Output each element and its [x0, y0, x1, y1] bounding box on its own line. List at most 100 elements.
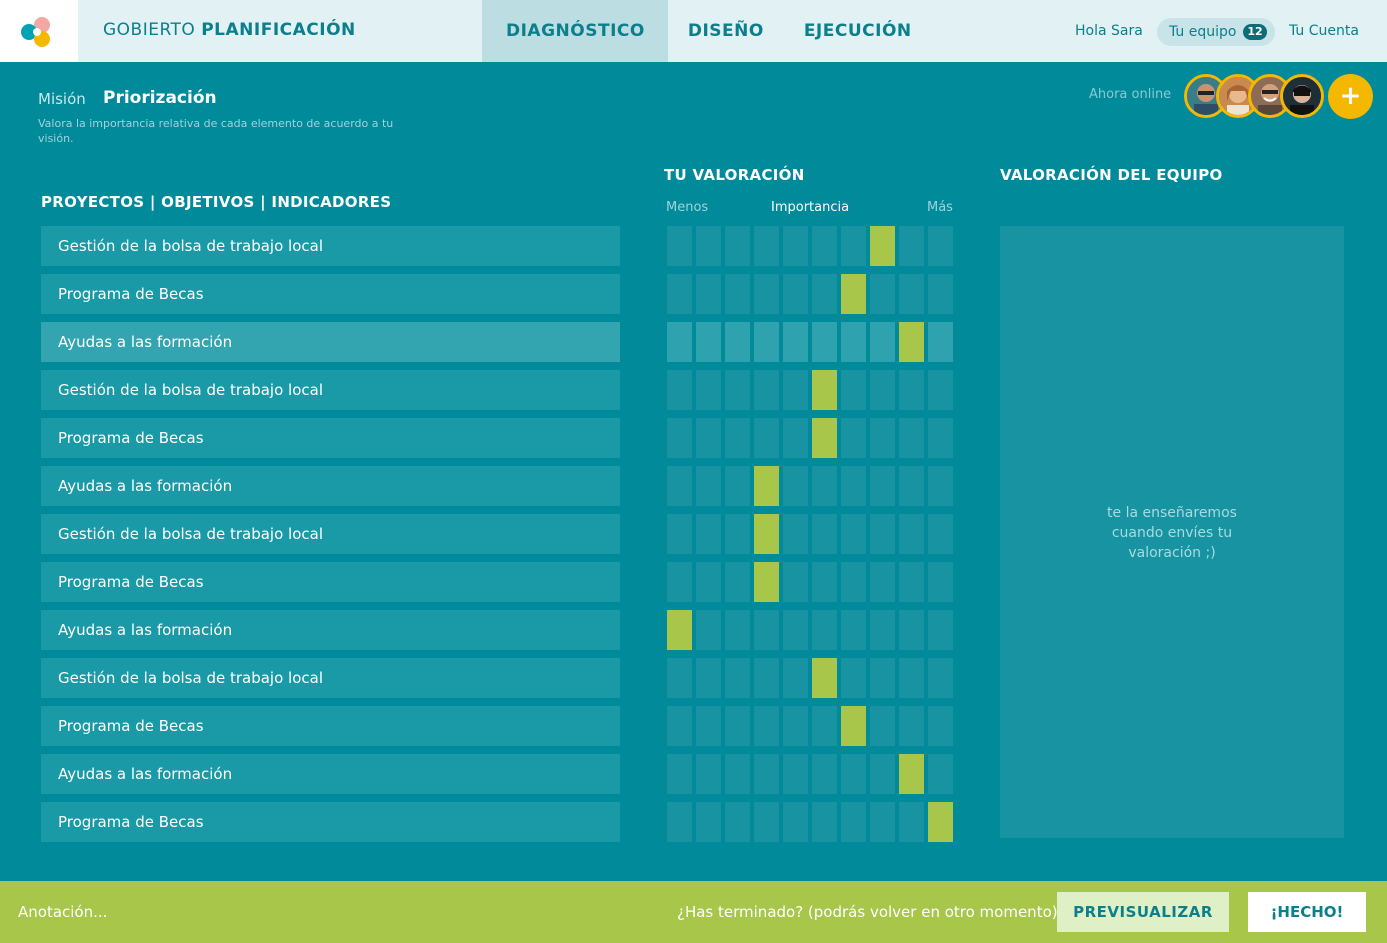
rating-cell[interactable]: [928, 658, 953, 698]
rating-cell[interactable]: [696, 418, 721, 458]
rating-cell[interactable]: [696, 322, 721, 362]
rating-cell[interactable]: [667, 658, 692, 698]
rating-cell[interactable]: [783, 802, 808, 842]
rating-cell[interactable]: [725, 514, 750, 554]
app-logo[interactable]: [0, 0, 78, 62]
rating-cell[interactable]: [841, 802, 866, 842]
rating-cell[interactable]: [870, 274, 895, 314]
rating-cell[interactable]: [783, 370, 808, 410]
rating-cell[interactable]: [928, 562, 953, 602]
tab-diseño[interactable]: DISEÑO: [668, 0, 784, 62]
rating-cell-selected[interactable]: [841, 274, 866, 314]
rating-cell[interactable]: [812, 610, 837, 650]
rating-cell[interactable]: [667, 226, 692, 266]
rating-cell[interactable]: [928, 226, 953, 266]
rating-cell[interactable]: [870, 370, 895, 410]
rating-cell-selected[interactable]: [754, 514, 779, 554]
rating-cell[interactable]: [841, 370, 866, 410]
rating-cell[interactable]: [899, 658, 924, 698]
breadcrumb-mision[interactable]: Misión: [38, 90, 86, 108]
rating-cell[interactable]: [928, 370, 953, 410]
rating-cell[interactable]: [696, 370, 721, 410]
rating-cell[interactable]: [725, 802, 750, 842]
rating-cell[interactable]: [783, 562, 808, 602]
rating-cell[interactable]: [754, 610, 779, 650]
rating-cell[interactable]: [899, 514, 924, 554]
rating-cell[interactable]: [725, 274, 750, 314]
rating-cell[interactable]: [812, 562, 837, 602]
rating-cell[interactable]: [783, 226, 808, 266]
rating-cell[interactable]: [928, 274, 953, 314]
rating-cell[interactable]: [667, 274, 692, 314]
rating-cell[interactable]: [725, 562, 750, 602]
rating-cell[interactable]: [870, 706, 895, 746]
rating-cell[interactable]: [725, 322, 750, 362]
rating-cell[interactable]: [812, 226, 837, 266]
rating-cell-selected[interactable]: [812, 658, 837, 698]
rating-cell[interactable]: [754, 754, 779, 794]
rating-cell[interactable]: [696, 562, 721, 602]
rating-cell[interactable]: [870, 418, 895, 458]
rating-cell-selected[interactable]: [667, 610, 692, 650]
rating-cell[interactable]: [725, 658, 750, 698]
rating-cell[interactable]: [870, 562, 895, 602]
rating-cell[interactable]: [667, 370, 692, 410]
rating-cell[interactable]: [725, 466, 750, 506]
rating-cell[interactable]: [841, 322, 866, 362]
rating-cell[interactable]: [928, 418, 953, 458]
rating-cell[interactable]: [754, 802, 779, 842]
rating-cell[interactable]: [841, 226, 866, 266]
rating-cell[interactable]: [667, 802, 692, 842]
rating-cell[interactable]: [870, 754, 895, 794]
rating-cell[interactable]: [754, 226, 779, 266]
rating-cell[interactable]: [870, 322, 895, 362]
rating-cell[interactable]: [696, 706, 721, 746]
rating-cell[interactable]: [696, 226, 721, 266]
rating-cell[interactable]: [899, 706, 924, 746]
rating-cell[interactable]: [783, 322, 808, 362]
add-member-button[interactable]: +: [1328, 74, 1373, 119]
rating-cell[interactable]: [696, 658, 721, 698]
rating-cell-selected[interactable]: [841, 706, 866, 746]
rating-cell[interactable]: [899, 610, 924, 650]
rating-cell[interactable]: [841, 754, 866, 794]
rating-cell[interactable]: [899, 802, 924, 842]
rating-cell[interactable]: [841, 418, 866, 458]
rating-cell[interactable]: [725, 610, 750, 650]
rating-cell[interactable]: [667, 706, 692, 746]
rating-cell[interactable]: [667, 754, 692, 794]
rating-cell[interactable]: [870, 466, 895, 506]
rating-cell[interactable]: [783, 658, 808, 698]
rating-cell[interactable]: [899, 274, 924, 314]
rating-cell[interactable]: [754, 274, 779, 314]
rating-cell-selected[interactable]: [870, 226, 895, 266]
rating-cell[interactable]: [667, 514, 692, 554]
rating-cell[interactable]: [841, 658, 866, 698]
rating-cell-selected[interactable]: [928, 802, 953, 842]
rating-cell[interactable]: [754, 322, 779, 362]
rating-cell[interactable]: [899, 562, 924, 602]
rating-cell[interactable]: [812, 706, 837, 746]
account-link[interactable]: Tu Cuenta: [1289, 23, 1359, 39]
rating-cell[interactable]: [928, 754, 953, 794]
rating-cell[interactable]: [928, 514, 953, 554]
rating-cell[interactable]: [899, 418, 924, 458]
done-button[interactable]: ¡HECHO!: [1248, 892, 1366, 932]
tab-diagnóstico[interactable]: DIAGNÓSTICO: [482, 0, 668, 62]
rating-cell[interactable]: [812, 322, 837, 362]
rating-cell-selected[interactable]: [899, 322, 924, 362]
rating-cell[interactable]: [899, 370, 924, 410]
rating-cell[interactable]: [812, 514, 837, 554]
rating-cell[interactable]: [696, 466, 721, 506]
rating-cell-selected[interactable]: [754, 466, 779, 506]
rating-cell[interactable]: [783, 466, 808, 506]
rating-cell[interactable]: [899, 466, 924, 506]
rating-cell[interactable]: [696, 514, 721, 554]
rating-cell-selected[interactable]: [899, 754, 924, 794]
rating-cell[interactable]: [696, 610, 721, 650]
rating-cell[interactable]: [812, 754, 837, 794]
rating-cell-selected[interactable]: [812, 418, 837, 458]
team-button[interactable]: Tu equipo 12: [1157, 18, 1275, 46]
rating-cell[interactable]: [812, 802, 837, 842]
rating-cell-selected[interactable]: [754, 562, 779, 602]
